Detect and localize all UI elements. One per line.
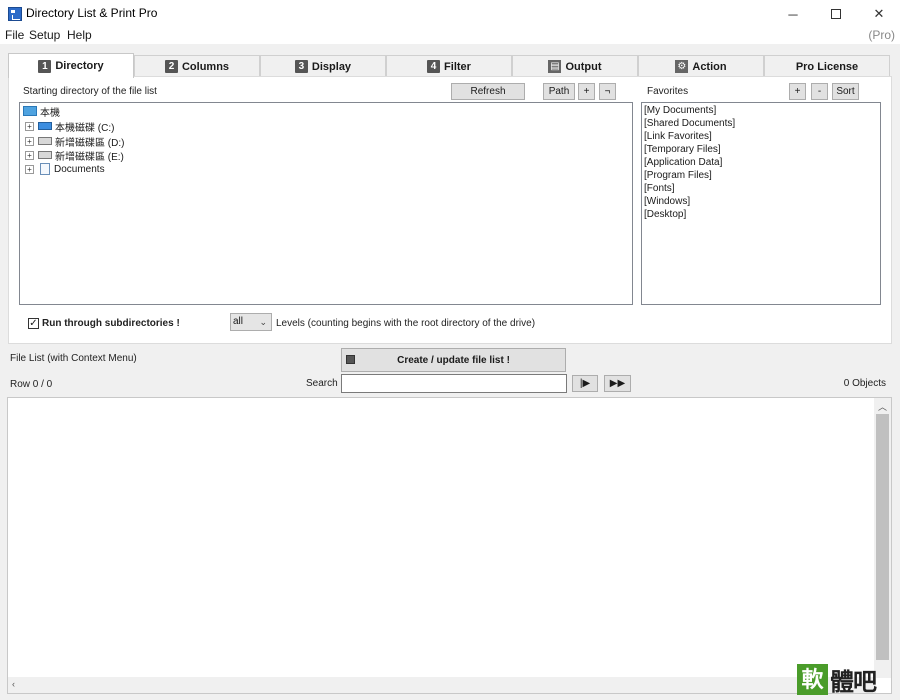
- refresh-button[interactable]: Refresh: [451, 83, 525, 100]
- computer-icon: [23, 106, 37, 116]
- menu-help[interactable]: Help: [67, 28, 92, 42]
- favorite-item[interactable]: [Program Files]: [644, 170, 712, 181]
- sort-favorites-button[interactable]: Sort: [832, 83, 859, 100]
- menu-setup[interactable]: Setup: [29, 28, 60, 42]
- subdirectories-checkbox[interactable]: ✓: [28, 318, 39, 329]
- directory-panel: Starting directory of the file list Refr…: [8, 76, 892, 344]
- tree-node-label: 本機: [40, 107, 60, 119]
- favorite-item[interactable]: [My Documents]: [644, 105, 716, 116]
- subdirectories-label: Run through subdirectories !: [42, 318, 180, 329]
- watermark-text: 體吧: [830, 669, 877, 696]
- chevron-down-icon: ⌄: [259, 317, 267, 327]
- drive-icon: [38, 151, 52, 159]
- tab-label: Filter: [444, 60, 471, 73]
- tab-output[interactable]: ▤ Output: [512, 55, 638, 77]
- favorites-label: Favorites: [647, 86, 689, 97]
- close-button[interactable]: ✕: [857, 0, 900, 28]
- search-input[interactable]: [341, 374, 567, 393]
- file-list-title: File List (with Context Menu): [10, 353, 137, 364]
- app-icon: [8, 7, 22, 21]
- tab-number: 2: [164, 60, 178, 73]
- add-favorite-button[interactable]: +: [789, 83, 806, 100]
- window-title: Directory List & Print Pro: [26, 6, 158, 20]
- tree-node-documents[interactable]: + Documents: [25, 162, 105, 176]
- tree-node-drive-e[interactable]: + 新增磁碟區 (E:): [25, 148, 124, 163]
- menu-file[interactable]: File: [5, 28, 24, 42]
- expand-icon[interactable]: +: [25, 121, 34, 131]
- tab-label: Display: [311, 60, 352, 73]
- search-next-button[interactable]: |▶: [572, 375, 598, 392]
- edition-label: (Pro): [868, 28, 895, 42]
- levels-value: all: [233, 316, 244, 327]
- favorite-item[interactable]: [Desktop]: [644, 209, 686, 220]
- tab-label: Columns: [181, 60, 230, 73]
- tab-directory[interactable]: 1 Directory: [8, 53, 134, 78]
- tab-label: Pro License: [795, 60, 859, 73]
- scroll-left-icon[interactable]: ‹: [12, 679, 15, 689]
- expand-icon[interactable]: +: [25, 150, 34, 160]
- create-button-label: Create / update file list !: [397, 354, 510, 366]
- tree-node-label: 新增磁碟區 (E:): [55, 151, 124, 163]
- list-icon: [346, 355, 355, 364]
- levels-label: Levels (counting begins with the root di…: [276, 318, 536, 329]
- directory-tree[interactable]: 本機 + 本機磁碟 (C:) + 新增磁碟區 (D:) + 新增磁碟區 (E:)…: [19, 102, 633, 305]
- remove-favorite-button[interactable]: -: [811, 83, 828, 100]
- vertical-scrollbar[interactable]: ︿: [874, 398, 891, 678]
- tab-number: 3: [294, 60, 308, 73]
- favorite-item[interactable]: [Fonts]: [644, 183, 675, 194]
- horizontal-scrollbar[interactable]: ‹: [8, 677, 876, 693]
- tree-node-label: 本機磁碟 (C:): [55, 122, 115, 134]
- tab-label: Action: [692, 60, 727, 73]
- scroll-thumb[interactable]: [876, 414, 889, 660]
- create-file-list-button[interactable]: Create / update file list !: [341, 348, 566, 372]
- tab-number: 1: [38, 59, 52, 73]
- tree-node-computer[interactable]: 本機: [23, 104, 60, 119]
- row-info: Row 0 / 0: [10, 379, 53, 390]
- drive-icon: [38, 137, 52, 145]
- levels-select[interactable]: all ⌄: [230, 313, 272, 331]
- tab-bar: 1 Directory 2 Columns 3 Display 4 Filter…: [8, 53, 892, 78]
- watermark-box: 軟: [797, 664, 828, 695]
- tab-label: Output: [565, 60, 602, 73]
- tab-action[interactable]: ⚙ Action: [638, 55, 764, 77]
- tree-node-label: 新增磁碟區 (D:): [55, 137, 125, 149]
- file-list[interactable]: ︿ ‹: [7, 397, 892, 694]
- favorite-item[interactable]: [Application Data]: [644, 157, 722, 168]
- objects-count: 0 Objects: [843, 378, 886, 389]
- tree-node-label: Documents: [54, 163, 105, 175]
- path-button[interactable]: Path: [543, 83, 575, 100]
- tab-number: 4: [427, 60, 441, 73]
- favorites-list[interactable]: [My Documents] [Shared Documents] [Link …: [641, 102, 881, 305]
- search-all-button[interactable]: ▶▶: [604, 375, 631, 392]
- favorite-item[interactable]: [Link Favorites]: [644, 131, 712, 142]
- tab-display[interactable]: 3 Display: [260, 55, 386, 77]
- menu-bar: File Setup Help (Pro): [0, 28, 900, 44]
- minimize-button[interactable]: ─: [771, 0, 815, 28]
- tree-node-drive-d[interactable]: + 新增磁碟區 (D:): [25, 134, 125, 149]
- favorite-item[interactable]: [Shared Documents]: [644, 118, 735, 129]
- search-label: Search: [306, 378, 338, 389]
- scroll-up-icon[interactable]: ︿: [878, 400, 887, 413]
- document-icon: [40, 163, 50, 175]
- add-path-button[interactable]: +: [578, 83, 595, 100]
- tab-columns[interactable]: 2 Columns: [134, 55, 260, 77]
- remove-path-button[interactable]: ¬: [599, 83, 616, 100]
- tab-label: Directory: [55, 60, 104, 72]
- document-icon: ▤: [548, 60, 562, 73]
- title-bar: Directory List & Print Pro ─ ✕: [0, 0, 900, 28]
- tab-pro-license[interactable]: Pro License: [764, 55, 890, 77]
- watermark-logo: 軟 體吧: [797, 659, 900, 700]
- expand-icon[interactable]: +: [25, 136, 34, 146]
- maximize-icon: [831, 9, 841, 19]
- tab-filter[interactable]: 4 Filter: [386, 55, 512, 77]
- gear-icon: ⚙: [675, 60, 689, 73]
- favorite-item[interactable]: [Temporary Files]: [644, 144, 721, 155]
- tree-node-drive-c[interactable]: + 本機磁碟 (C:): [25, 119, 115, 134]
- starting-directory-label: Starting directory of the file list: [23, 86, 157, 97]
- drive-icon: [38, 122, 52, 130]
- favorite-item[interactable]: [Windows]: [644, 196, 690, 207]
- maximize-button[interactable]: [814, 0, 858, 28]
- expand-icon[interactable]: +: [25, 164, 34, 174]
